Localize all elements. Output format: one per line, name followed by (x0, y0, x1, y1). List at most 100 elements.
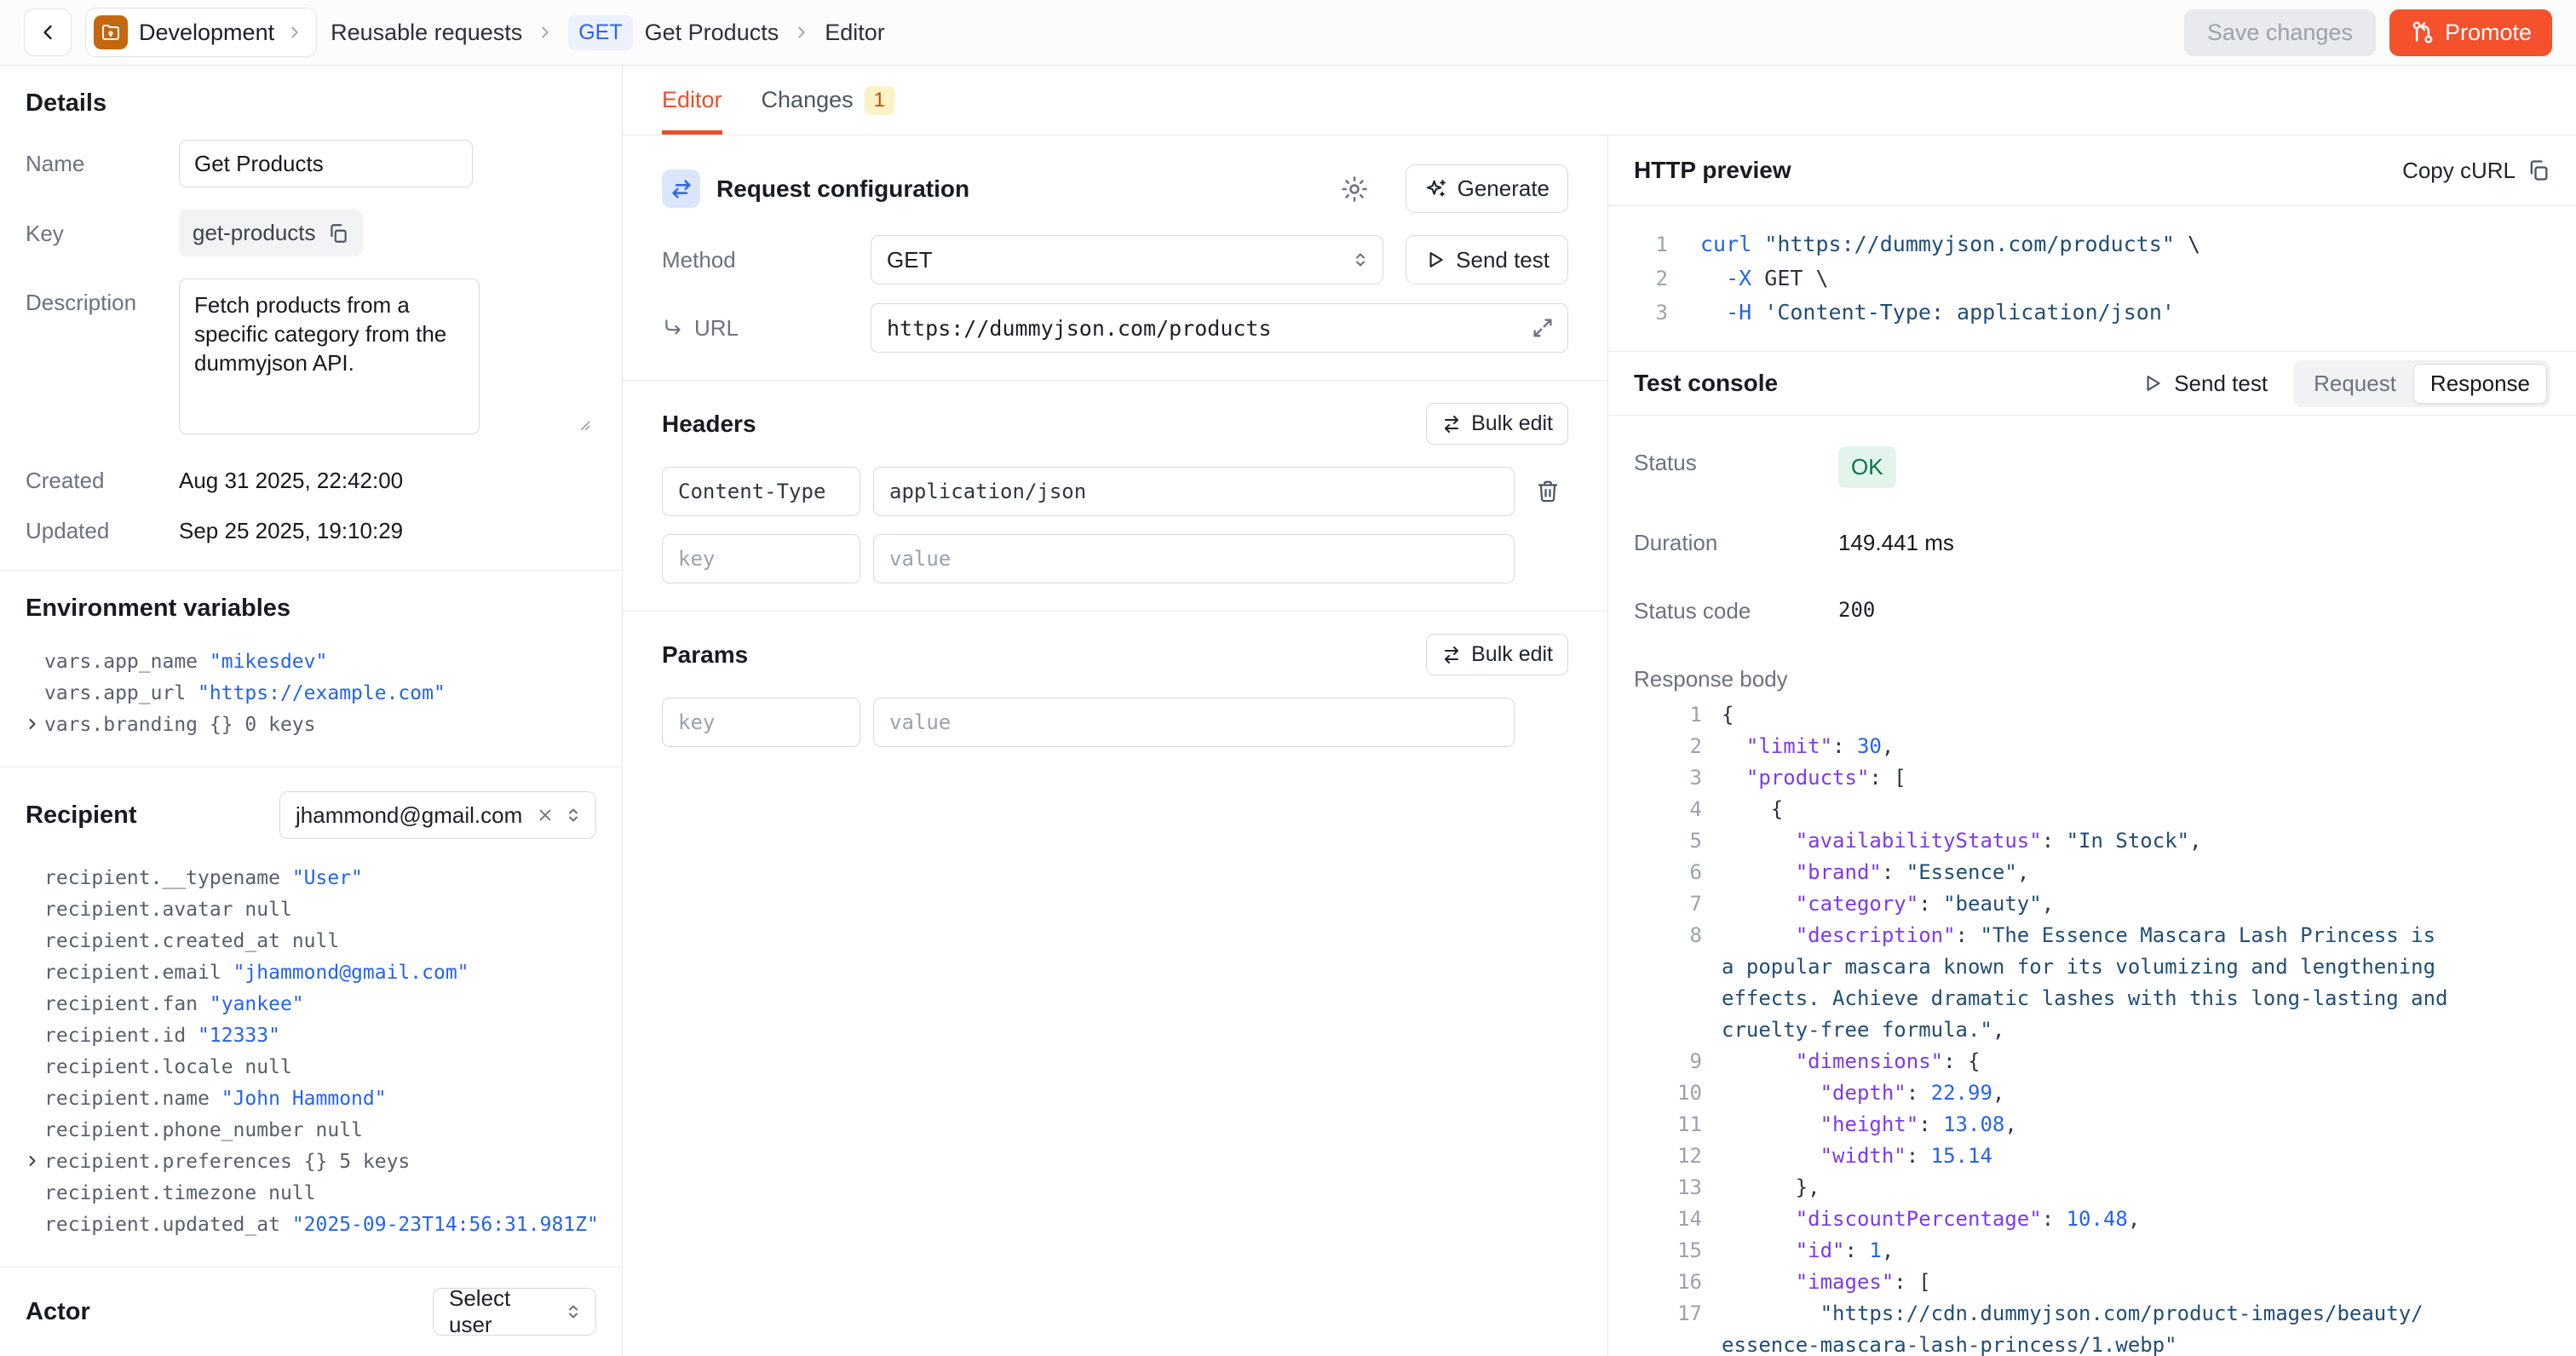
param-value-input-empty[interactable] (873, 698, 1515, 747)
chevron-right-icon (285, 23, 304, 42)
param-key-input-empty[interactable] (662, 698, 860, 747)
description-textarea[interactable]: Fetch products from a specific category … (179, 279, 480, 434)
copy-icon (2527, 158, 2550, 182)
app-root: Development Reusable requests GET Get Pr… (0, 0, 2576, 1356)
variable-row: vars.app_name "mikesdev" (44, 646, 596, 678)
variable-row: recipient.updated_at "2025-09-23T14:56:3… (44, 1209, 596, 1241)
chevron-right-icon (792, 23, 811, 42)
code-line: 5 "availabilityStatus": "In Stock", (1634, 825, 2550, 857)
chevron-right-icon[interactable] (24, 1152, 41, 1169)
resize-grip-icon[interactable] (576, 417, 591, 432)
expand-icon[interactable] (1531, 316, 1555, 340)
trash-icon[interactable] (1527, 479, 1568, 504)
chevron-right-icon (536, 23, 555, 42)
corner-down-right-icon (662, 317, 684, 339)
play-icon (2142, 372, 2164, 394)
code-line: 10 "depth": 22.99, (1634, 1077, 2550, 1109)
code-line: 14 "discountPercentage": 10.48, (1634, 1204, 2550, 1235)
code-line: effects. Achieve dramatic lashes with th… (1634, 983, 2550, 1014)
http-preview-title: HTTP preview (1634, 157, 1791, 184)
variable-row[interactable]: vars.branding {} 0 keys (44, 710, 596, 741)
recipient-select[interactable]: jhammond@gmail.com (279, 791, 596, 839)
code-line: 4 { (1634, 794, 2550, 825)
headers-title: Headers (662, 411, 756, 438)
copy-icon[interactable] (327, 222, 349, 244)
variable-row: recipient.avatar null (44, 894, 596, 926)
editor-tabbar: Editor Changes 1 (623, 66, 2576, 135)
header-value-input-empty[interactable] (873, 534, 1515, 583)
params-bulk-edit-button[interactable]: Bulk edit (1426, 634, 1568, 675)
recipient-section: Recipient jhammond@gmail.com (0, 767, 622, 1267)
recipient-title: Recipient (26, 802, 137, 830)
request-editor-column: Request configuration Generate (623, 135, 1608, 1356)
details-sidebar: Details Name Key get-products Descripti (0, 66, 623, 1356)
details-title: Details (26, 89, 596, 118)
duration-value: 149.441 ms (1838, 526, 1954, 556)
request-configuration-title: Request configuration (716, 175, 1324, 203)
breadcrumb-request-name[interactable]: Get Products (645, 20, 779, 46)
created-label: Created (26, 468, 179, 494)
variable-row: recipient.timezone null (44, 1178, 596, 1209)
url-input[interactable] (871, 303, 1568, 353)
variable-row: recipient.locale null (44, 1052, 596, 1083)
tab-changes[interactable]: Changes 1 (762, 66, 894, 135)
code-line: cruelty-free formula.", (1634, 1014, 2550, 1046)
topbar: Development Reusable requests GET Get Pr… (0, 0, 2576, 66)
variable-row: recipient.email "jhammond@gmail.com" (44, 957, 596, 989)
params-title: Params (662, 641, 748, 669)
project-name: Development (139, 20, 274, 46)
environment-variables-section: Environment variables vars.app_name "mik… (0, 570, 622, 767)
actor-section: Actor Select user (0, 1267, 622, 1356)
code-line: 6 "brand": "Essence", (1634, 857, 2550, 888)
chevrons-up-down-icon (563, 805, 584, 825)
header-key-input-empty[interactable] (662, 534, 860, 583)
test-console-header: Test console Send test Request Response (1608, 352, 2576, 416)
variable-row[interactable]: recipient.preferences {} 5 keys (44, 1146, 596, 1178)
details-section: Details Name Key get-products Descripti (0, 66, 622, 570)
header-value-input[interactable] (873, 467, 1515, 516)
sparkles-icon (1424, 177, 1448, 201)
arrows-swap-icon (1441, 645, 1462, 665)
code-line: 3 -H 'Content-Type: application/json' (1634, 296, 2550, 330)
code-line: 9 "dimensions": { (1634, 1046, 2550, 1077)
tab-editor[interactable]: Editor (662, 66, 722, 135)
clear-x-icon[interactable] (536, 806, 555, 825)
variable-row: recipient.fan "yankee" (44, 989, 596, 1020)
code-line: 17 "https://cdn.dummyjson.com/product-im… (1634, 1298, 2550, 1330)
status-code-value: 200 (1838, 595, 1875, 622)
project-breadcrumb[interactable]: Development (85, 8, 317, 57)
breadcrumb-reusable-requests[interactable]: Reusable requests (331, 20, 522, 46)
name-input[interactable] (179, 140, 473, 187)
generate-button[interactable]: Generate (1406, 164, 1568, 213)
method-select[interactable]: GET (871, 235, 1383, 284)
recipient-variable-rows: recipient.__typename "User"recipient.ava… (26, 863, 596, 1241)
chevrons-up-down-icon (563, 1301, 584, 1322)
code-line: 3 "products": [ (1634, 762, 2550, 794)
actor-select[interactable]: Select user (433, 1288, 596, 1336)
url-label: URL (694, 315, 739, 342)
chevron-right-icon[interactable] (24, 715, 41, 733)
header-key-input[interactable] (662, 467, 860, 516)
variable-row: recipient.name "John Hammond" (44, 1083, 596, 1115)
play-icon (1424, 249, 1446, 271)
environment-variables-title: Environment variables (26, 595, 596, 623)
code-line: 8 "description": "The Essence Mascara La… (1634, 920, 2550, 951)
send-test-button[interactable]: Send test (1406, 235, 1568, 284)
gear-icon[interactable] (1340, 175, 1369, 204)
back-button[interactable] (24, 9, 72, 56)
copy-curl-button[interactable]: Copy cURL (2402, 158, 2550, 184)
headers-bulk-edit-button[interactable]: Bulk edit (1426, 403, 1568, 445)
save-changes-button[interactable]: Save changes (2184, 9, 2376, 56)
console-send-test-button[interactable]: Send test (2142, 371, 2268, 397)
http-preview-panel: HTTP preview Copy cURL 1curl "https://du… (1608, 135, 2576, 1356)
breadcrumb-editor: Editor (825, 20, 885, 46)
actor-label: Actor (26, 1298, 90, 1326)
code-line: 16 "images": [ (1634, 1267, 2550, 1298)
toggle-response[interactable]: Response (2413, 364, 2547, 404)
toggle-request[interactable]: Request (2297, 364, 2413, 404)
response-body-json: 1{2 "limit": 30,3 "products": [4 {5 "ava… (1608, 692, 2576, 1356)
promote-button[interactable]: Promote (2389, 9, 2552, 56)
status-label: Status (1634, 446, 1838, 476)
variable-row: recipient.__typename "User" (44, 863, 596, 894)
description-label: Description (26, 279, 179, 439)
